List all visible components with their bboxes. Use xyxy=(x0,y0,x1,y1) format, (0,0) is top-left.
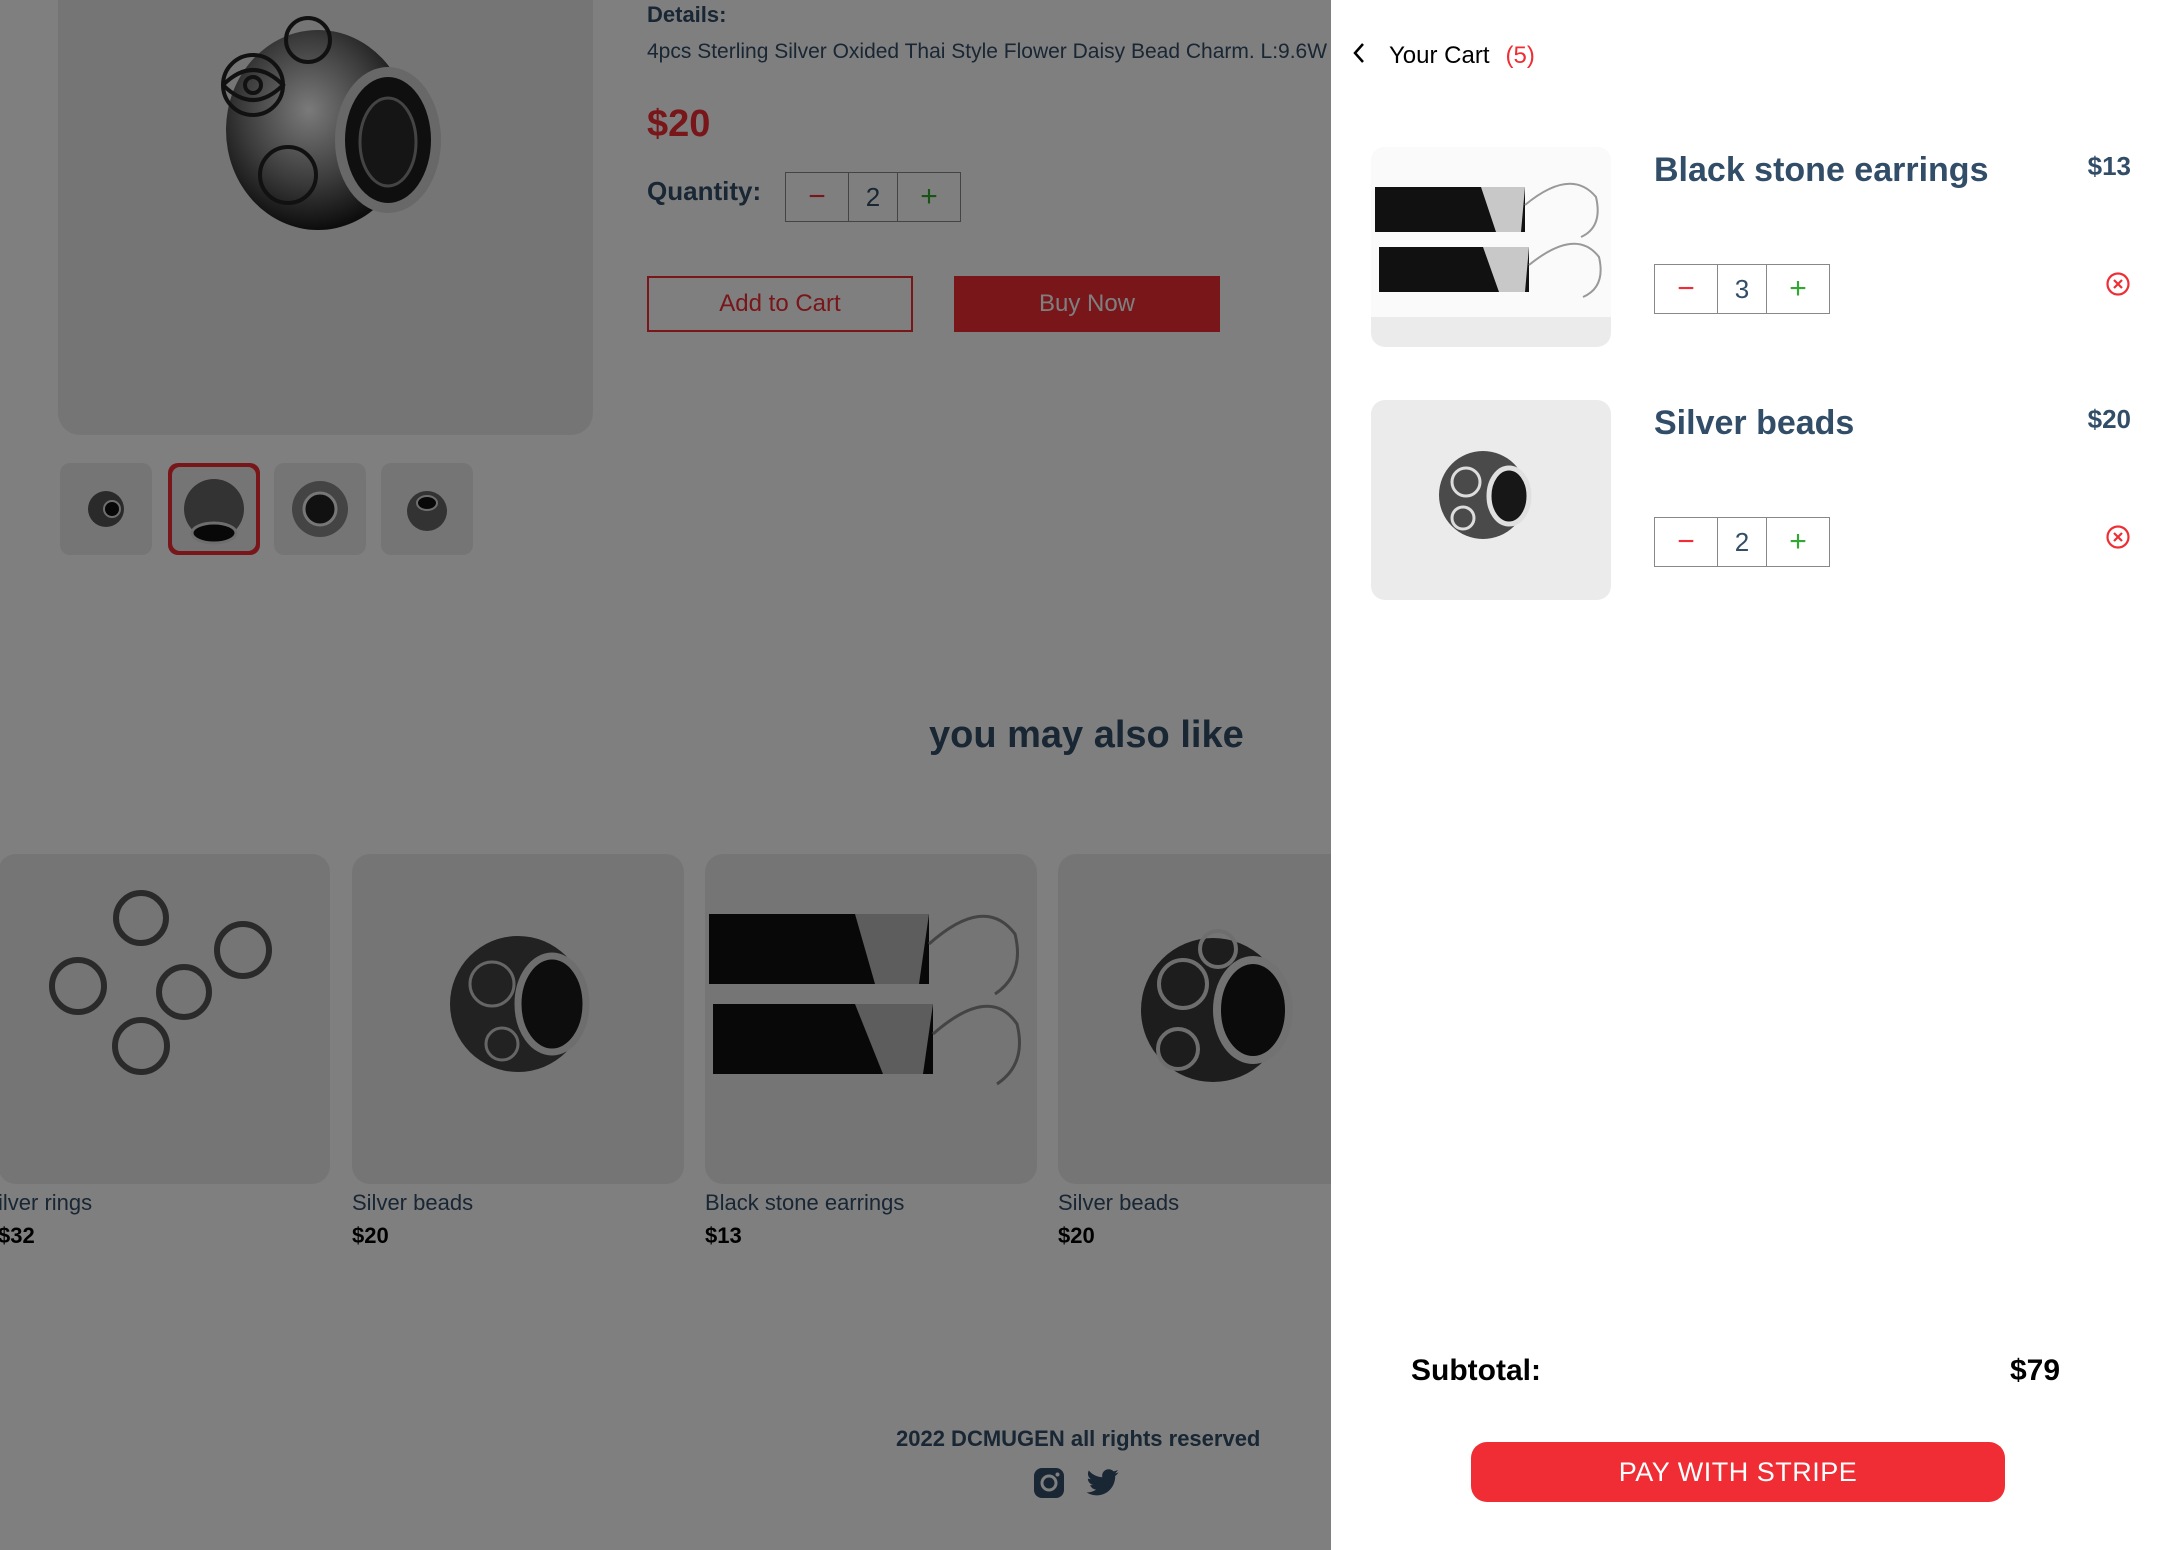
cart-item-name: Silver beads xyxy=(1654,404,1855,442)
decrease-quantity-button[interactable]: − xyxy=(1655,265,1717,313)
cart-title: Your Cart xyxy=(1389,42,1490,69)
cart-item-quantity: 2 xyxy=(1717,518,1767,566)
remove-item-icon[interactable] xyxy=(2105,524,2131,550)
increase-quantity-button[interactable]: + xyxy=(1767,518,1829,566)
cart-item: Black stone earrings $13 − 3 + xyxy=(1371,147,2131,347)
cart-item-quantity: 3 xyxy=(1717,265,1767,313)
subtotal-label: Subtotal: xyxy=(1411,1354,1541,1387)
cart-panel: Your Cart (5) Black stone earrings $13 −… xyxy=(1331,0,2158,1550)
pay-with-stripe-button[interactable]: PAY WITH STRIPE xyxy=(1471,1442,2005,1502)
subtotal-value: $79 xyxy=(2010,1354,2061,1387)
cart-quantity-stepper: − 2 + xyxy=(1654,517,1830,567)
page-dim-overlay[interactable] xyxy=(0,0,1331,1550)
back-chevron-icon[interactable] xyxy=(1351,40,1367,72)
cart-item-name: Black stone earrings xyxy=(1654,151,1989,189)
decrease-quantity-button[interactable]: − xyxy=(1655,518,1717,566)
increase-quantity-button[interactable]: + xyxy=(1767,265,1829,313)
cart-item-price: $20 xyxy=(2087,404,2131,434)
cart-item-image xyxy=(1371,147,1611,347)
remove-item-icon[interactable] xyxy=(2105,271,2131,297)
cart-item: Silver beads $20 − 2 + xyxy=(1371,400,2131,600)
cart-item-price: $13 xyxy=(2087,151,2131,181)
cart-quantity-stepper: − 3 + xyxy=(1654,264,1830,314)
cart-count: (5) xyxy=(1505,42,1535,69)
cart-header[interactable]: Your Cart (5) xyxy=(1351,40,1535,72)
cart-item-image xyxy=(1371,400,1611,600)
